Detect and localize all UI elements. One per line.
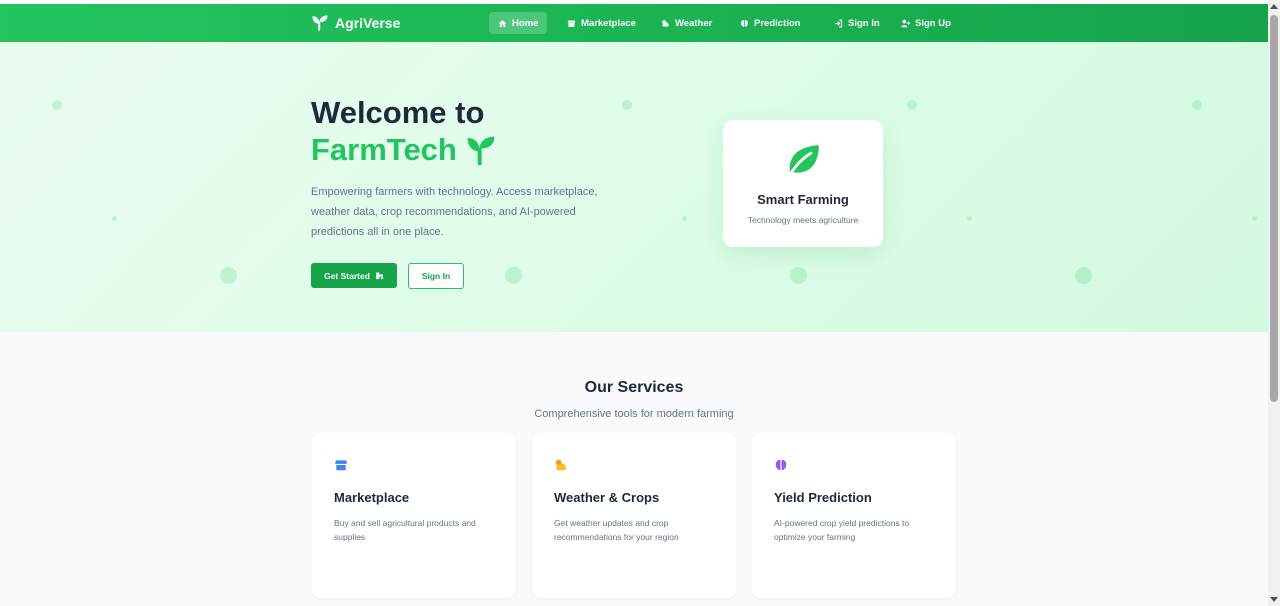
scroll-down-arrow-icon[interactable]	[1270, 597, 1278, 602]
hero-title: Welcome to	[311, 95, 485, 130]
nav-marketplace[interactable]: Marketplace	[558, 12, 645, 34]
nav-sign-in-label: Sign In	[848, 17, 880, 29]
decor-dot	[907, 100, 917, 110]
decor-dot	[790, 267, 807, 284]
scroll-up-arrow-icon[interactable]	[1270, 4, 1278, 9]
hero-title-brand: FarmTech	[311, 131, 497, 168]
cloud-sun-icon	[555, 459, 567, 471]
service-card-marketplace[interactable]: Marketplace Buy and sell agricultural pr…	[312, 433, 516, 598]
nav-home[interactable]: Home	[489, 12, 548, 34]
cloud-sun-icon	[662, 19, 669, 26]
service-card-title: Yield Prediction	[774, 490, 872, 505]
nav-weather[interactable]: Weather	[652, 12, 721, 34]
service-card-title: Weather & Crops	[554, 490, 660, 505]
services-title: Our Services	[584, 379, 684, 396]
decor-dot	[505, 267, 522, 284]
store-icon	[567, 20, 576, 27]
nav-sign-up[interactable]: Sign Up	[892, 12, 960, 34]
nav-sign-up-label: Sign Up	[915, 17, 951, 29]
store-icon	[335, 460, 347, 471]
user-plus-icon	[901, 19, 910, 27]
scrollbar-thumb[interactable]	[1270, 15, 1278, 402]
decor-dot	[220, 267, 237, 284]
brain-icon	[741, 19, 748, 27]
nav-prediction[interactable]: Prediction	[731, 12, 809, 34]
service-card-title: Marketplace	[334, 490, 410, 505]
decor-dot	[682, 216, 687, 221]
decor-dot	[1192, 100, 1202, 110]
nav-weather-label: Weather	[675, 17, 713, 29]
get-started-button[interactable]: Get Started	[311, 263, 397, 288]
decor-dot	[967, 216, 972, 221]
feature-card-title: Smart Farming	[757, 192, 849, 207]
get-started-label: Get Started	[324, 270, 370, 281]
home-icon	[498, 19, 507, 27]
hero-sign-in-button[interactable]: Sign In	[408, 263, 464, 289]
brain-icon	[775, 459, 787, 471]
service-card-description: AI-powered crop yield predictions to opt…	[774, 518, 910, 542]
brand-logo[interactable]: AgriVerse	[311, 4, 400, 42]
brand-name: AgriVerse	[335, 15, 401, 31]
service-card-description: Buy and sell agricultural products and s…	[334, 518, 476, 542]
nav-home-label: Home	[512, 17, 539, 29]
sign-in-icon	[835, 19, 843, 27]
leaf-icon	[787, 145, 819, 179]
page-scrollbar[interactable]	[1268, 0, 1280, 606]
nav-marketplace-label: Marketplace	[581, 17, 636, 29]
service-card-prediction[interactable]: Yield Prediction AI-powered crop yield p…	[752, 433, 956, 598]
service-card-description: Get weather updates and crop recommendat…	[554, 518, 679, 542]
decor-dot	[622, 100, 632, 110]
hero-section: Welcome to FarmTech Empowering farmers w…	[0, 42, 1268, 332]
hero-description: Empowering farmers with technology. Acce…	[311, 186, 598, 238]
nav-sign-in[interactable]: Sign In	[825, 12, 889, 34]
decor-dot	[52, 100, 62, 110]
seedling-icon	[467, 136, 495, 165]
nav-prediction-label: Prediction	[754, 17, 801, 29]
decor-dot	[1252, 216, 1257, 221]
feature-card-subtitle: Technology meets agriculture	[747, 215, 859, 225]
hero-title-brand-text: FarmTech	[311, 132, 457, 167]
decor-dot	[1075, 267, 1092, 284]
seedling-icon	[312, 15, 328, 31]
service-card-weather[interactable]: Weather & Crops Get weather updates and …	[532, 433, 736, 598]
tractor-icon	[375, 272, 384, 280]
decor-dot	[112, 216, 117, 221]
top-navbar: AgriVerse Home Marketplace Weather Predi…	[0, 4, 1268, 42]
services-subtitle: Comprehensive tools for modern farming	[534, 408, 734, 420]
smart-farming-card: Smart Farming Technology meets agricultu…	[723, 120, 883, 247]
